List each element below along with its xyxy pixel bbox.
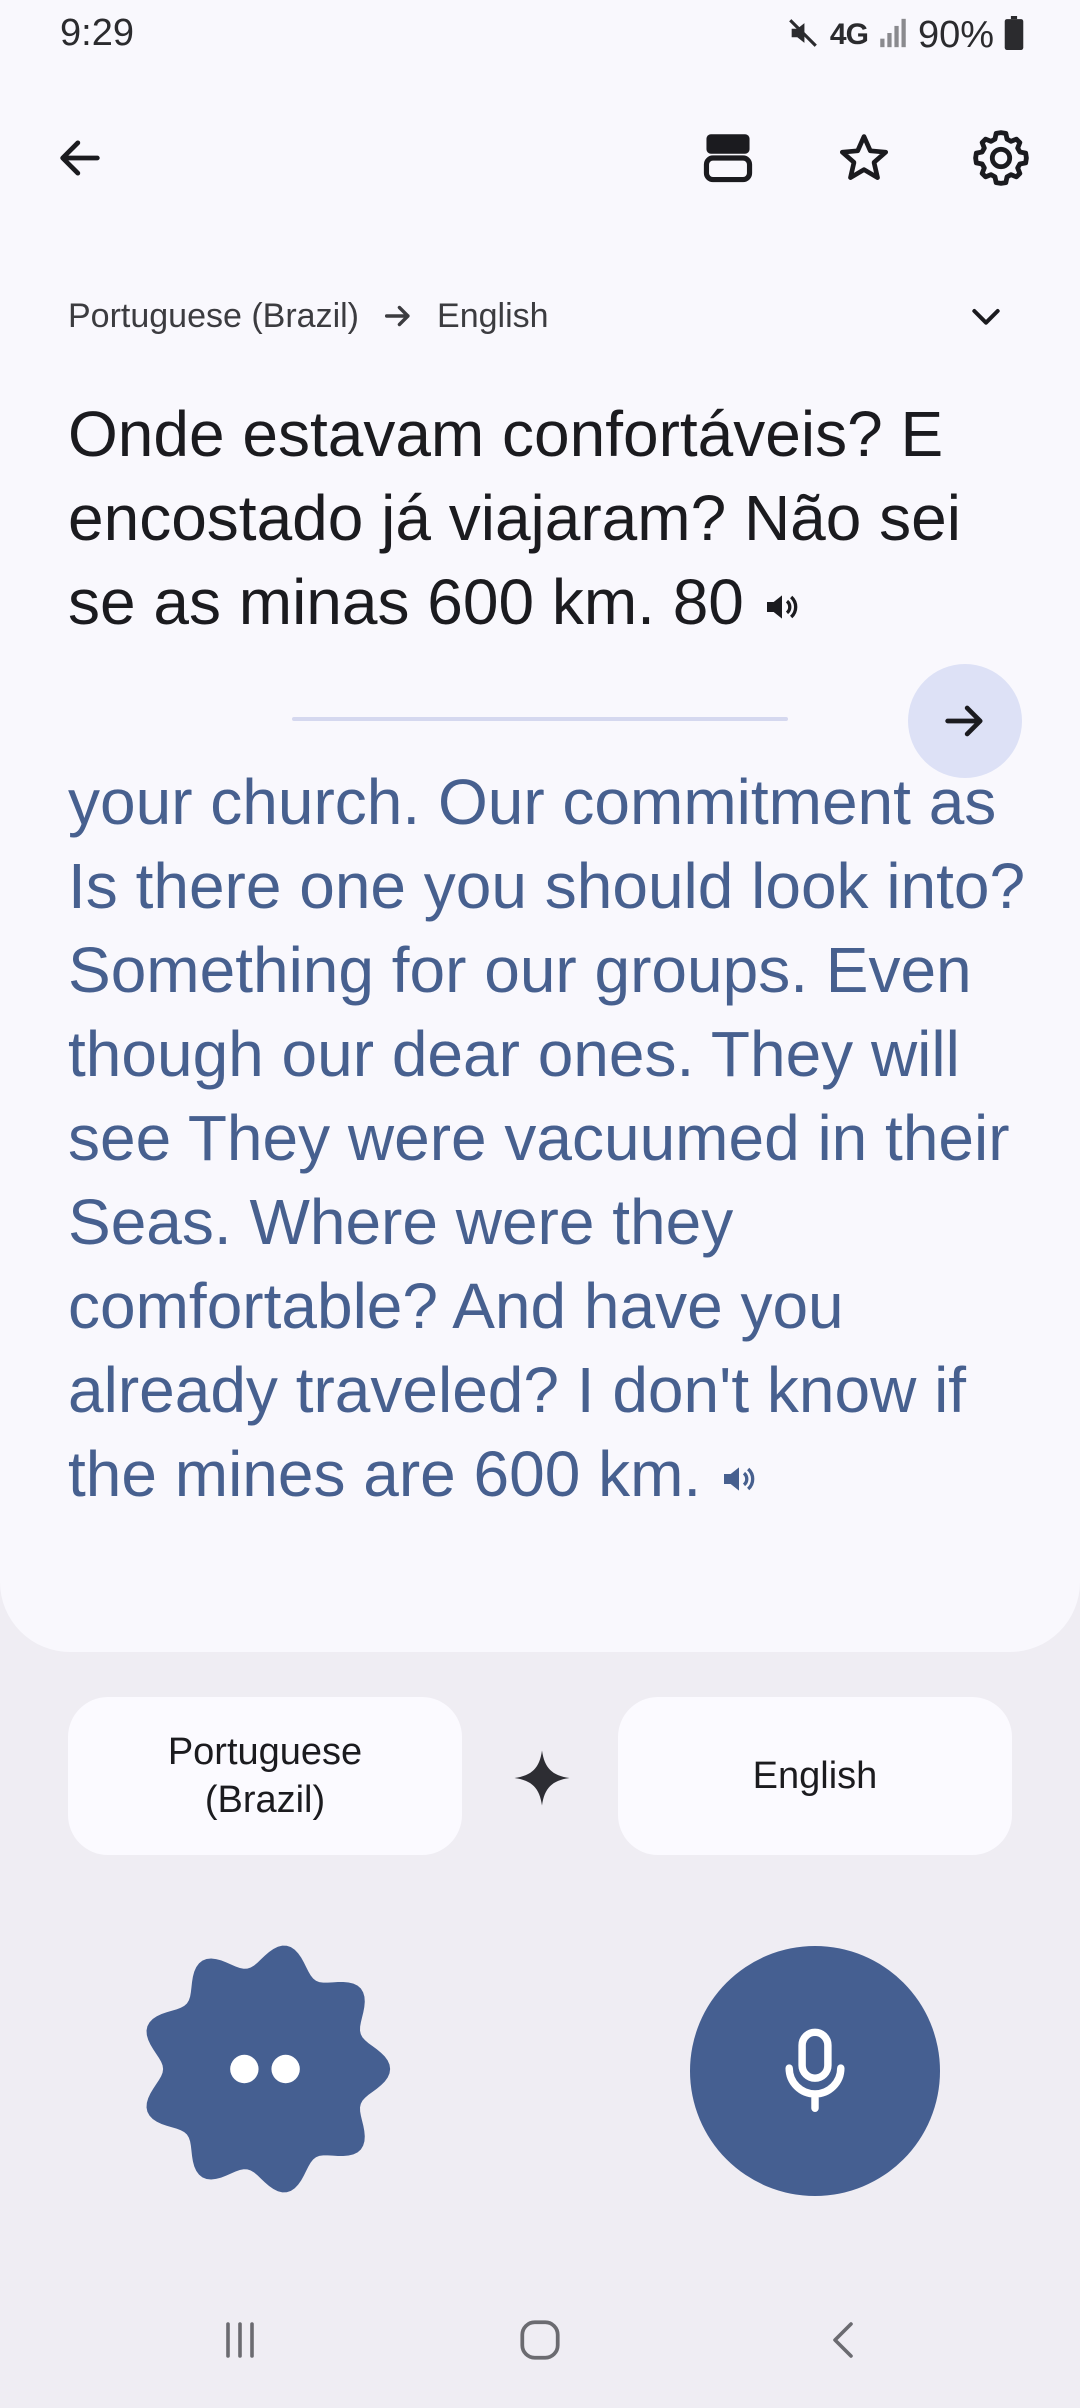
target-language-button[interactable]: English <box>618 1697 1012 1855</box>
system-back-button[interactable] <box>785 2300 905 2380</box>
arrow-left-icon <box>60 140 100 176</box>
recent-apps-icon <box>226 2322 254 2358</box>
divider <box>292 717 788 721</box>
saved-stack-icon <box>703 134 753 183</box>
microphone-button[interactable] <box>690 1946 940 2196</box>
translation-card: 9:29 4G 90% Portuguese (Brazil) English … <box>0 0 1080 1652</box>
speaker-icon[interactable] <box>719 1459 759 1499</box>
target-language-label: English <box>437 296 549 335</box>
system-nav-bar <box>0 2300 1080 2380</box>
arrow-right-icon <box>945 705 983 737</box>
saved-translations-button[interactable] <box>680 110 776 206</box>
signal-icon <box>878 16 908 55</box>
mute-icon <box>786 16 820 55</box>
arrow-right-icon <box>381 299 415 333</box>
source-text: Onde estavam confortáveis? E encostado j… <box>68 398 961 638</box>
speaker-icon[interactable] <box>762 587 802 627</box>
screen: 9:29 4G 90% Portuguese (Brazil) English … <box>0 0 1080 2408</box>
app-bar <box>0 110 1080 210</box>
home-button[interactable] <box>480 2300 600 2380</box>
back-button[interactable] <box>32 110 128 206</box>
source-language-button[interactable]: Portuguese (Brazil) <box>68 1697 462 1855</box>
status-bar: 9:29 4G 90% <box>0 0 1080 70</box>
battery-icon <box>1004 15 1024 55</box>
conversation-button[interactable] <box>136 1940 394 2198</box>
chevron-down-icon <box>972 309 1000 325</box>
favorite-button[interactable] <box>816 110 912 206</box>
sparkle-icon[interactable] <box>512 1748 572 1808</box>
settings-button[interactable] <box>953 110 1049 206</box>
expand-languages-button[interactable] <box>960 290 1012 342</box>
network-type: 4G <box>829 18 869 51</box>
translation-text-block[interactable]: your church. Our commitment as Is there … <box>68 760 1028 1516</box>
chevron-left-icon <box>833 2322 853 2358</box>
source-text-block[interactable]: Onde estavam confortáveis? E encostado j… <box>68 392 1028 644</box>
status-time: 9:29 <box>60 12 134 54</box>
home-icon <box>520 2320 560 2360</box>
star-outline-icon <box>839 134 889 180</box>
conversation-shape <box>146 1945 391 2193</box>
source-language-label: Portuguese (Brazil) <box>68 296 360 335</box>
translation-text: your church. Our commitment as Is there … <box>68 766 1026 1510</box>
language-direction-row: Portuguese (Brazil) English <box>68 290 1012 342</box>
target-language-text: English <box>752 1755 878 1797</box>
gear-icon <box>973 130 1029 186</box>
battery-level: 90% <box>917 13 994 56</box>
status-icons: 4G 90% <box>786 12 1024 58</box>
source-language-line2: (Brazil) <box>204 1779 326 1821</box>
source-language-line1: Portuguese <box>167 1731 363 1773</box>
recent-apps-button[interactable] <box>180 2300 300 2380</box>
microphone-icon <box>785 2028 845 2112</box>
